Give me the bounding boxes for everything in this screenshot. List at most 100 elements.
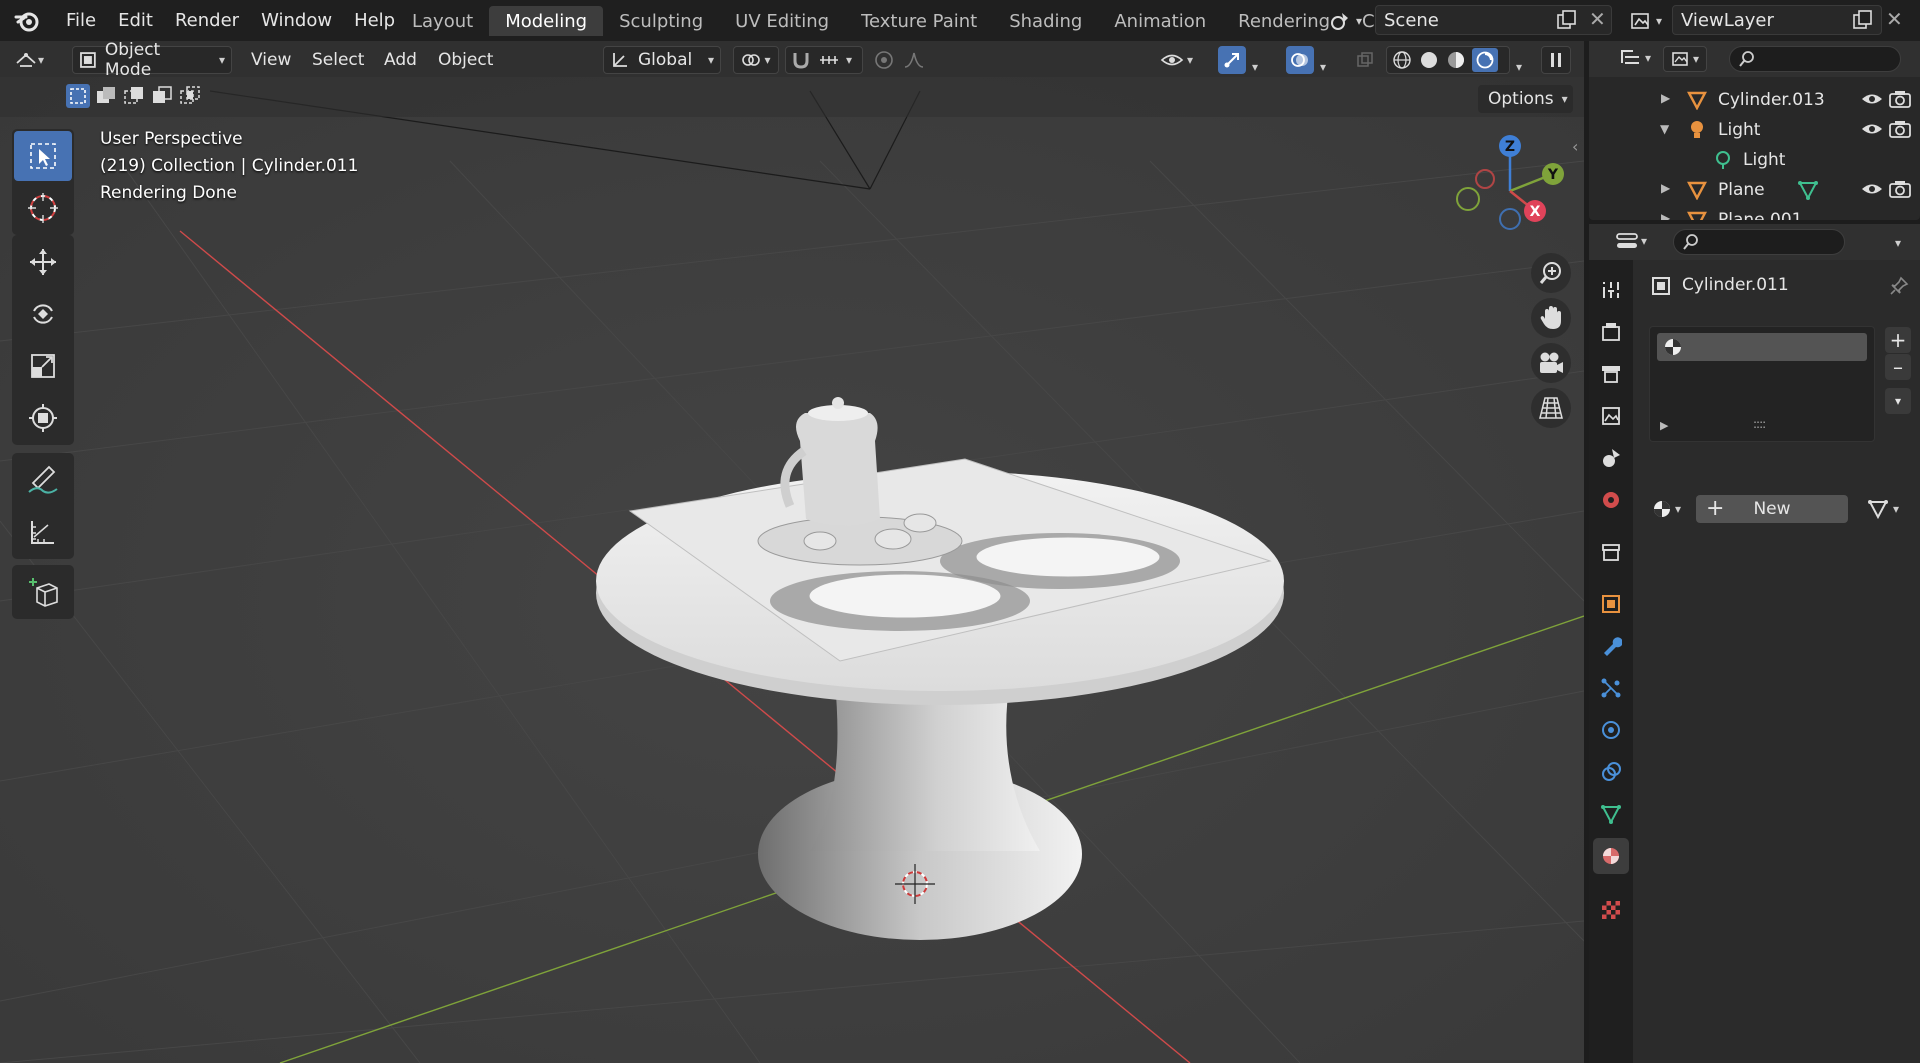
remove-material-slot-button[interactable]: – xyxy=(1885,354,1911,380)
material-preview-icon[interactable] xyxy=(1445,49,1467,71)
rotate-tool[interactable] xyxy=(14,289,72,339)
move-tool[interactable] xyxy=(14,237,72,287)
visibility-eye-icon[interactable] xyxy=(1861,181,1883,197)
collapse-arrow-icon[interactable]: ▼ xyxy=(1660,122,1669,136)
scale-tool[interactable] xyxy=(14,341,72,391)
tab-animation[interactable]: Animation xyxy=(1098,6,1222,36)
pause-render-button[interactable] xyxy=(1541,46,1571,74)
render-camera-icon[interactable] xyxy=(1889,90,1911,108)
proportional-edit-icon[interactable] xyxy=(873,49,895,71)
rendered-shading-button[interactable] xyxy=(1472,48,1498,72)
select-intersect-icon[interactable] xyxy=(178,84,202,108)
snap-magnet-icon[interactable] xyxy=(790,50,812,70)
view-layer-field[interactable]: ViewLayer xyxy=(1672,5,1882,35)
zoom-button[interactable] xyxy=(1531,253,1571,293)
viewport-menu-view[interactable]: View xyxy=(251,46,291,74)
tab-rendering[interactable]: Rendering xyxy=(1222,6,1346,36)
expand-arrow-icon[interactable]: ▶ xyxy=(1661,181,1670,195)
tab-object[interactable] xyxy=(1593,586,1629,622)
snap-increment-icon[interactable] xyxy=(818,50,840,70)
remove-scene-icon[interactable]: ✕ xyxy=(1589,9,1609,29)
visibility-eye-icon[interactable] xyxy=(1861,121,1883,137)
list-resize-handle[interactable]: :::: xyxy=(1753,417,1766,431)
select-box-tool[interactable] xyxy=(14,131,72,181)
properties-options-icon[interactable]: ▾ xyxy=(1895,236,1901,250)
wireframe-shading-icon[interactable] xyxy=(1391,49,1413,71)
tab-render[interactable] xyxy=(1593,314,1629,350)
options-dropdown[interactable]: Options ▾ xyxy=(1478,85,1573,113)
outliner-search-field[interactable] xyxy=(1729,46,1901,72)
expand-arrow-icon[interactable]: ▶ xyxy=(1661,91,1670,105)
tab-texture[interactable] xyxy=(1593,892,1629,928)
falloff-icon[interactable] xyxy=(903,49,925,71)
select-extend-icon[interactable] xyxy=(94,84,118,108)
menu-window[interactable]: Window xyxy=(250,10,343,31)
camera-view-button[interactable] xyxy=(1531,343,1571,383)
cursor-tool[interactable] xyxy=(14,183,72,233)
render-camera-icon[interactable] xyxy=(1889,120,1911,138)
render-camera-icon[interactable] xyxy=(1889,180,1911,198)
menu-render[interactable]: Render xyxy=(164,10,250,31)
menu-edit[interactable]: Edit xyxy=(107,10,164,31)
outliner-editor-type-button[interactable]: ▾ xyxy=(1619,48,1651,68)
view-layer-icon[interactable]: ▾ xyxy=(1630,8,1670,34)
overlays-toggle-button[interactable] xyxy=(1286,46,1314,74)
xray-toggle-button[interactable] xyxy=(1354,46,1376,74)
editor-type-button[interactable]: ▾ xyxy=(14,46,60,74)
viewport-menu-object[interactable]: Object xyxy=(438,46,493,74)
visibility-dropdown[interactable]: ▾ xyxy=(1160,46,1206,74)
tab-layout[interactable]: Layout xyxy=(396,6,489,36)
material-slot-list[interactable]: ▶ :::: xyxy=(1649,326,1875,442)
blender-logo-icon[interactable] xyxy=(14,8,40,34)
browse-material-button[interactable]: ▾ xyxy=(1651,495,1693,523)
viewport-menu-add[interactable]: Add xyxy=(384,46,417,74)
scene-type-icon[interactable]: ▾ xyxy=(1330,8,1374,34)
transform-orientation-dropdown[interactable]: Global ▾ xyxy=(603,46,721,74)
gizmo-toggle-button[interactable] xyxy=(1218,46,1246,74)
pin-icon[interactable] xyxy=(1889,276,1909,296)
remove-view-layer-icon[interactable]: ✕ xyxy=(1886,9,1906,29)
visibility-eye-icon[interactable] xyxy=(1861,91,1883,107)
tab-sculpting[interactable]: Sculpting xyxy=(603,6,719,36)
tab-tool[interactable] xyxy=(1593,272,1629,308)
outliner-row[interactable]: Light xyxy=(1589,145,1920,175)
tab-shading[interactable]: Shading xyxy=(993,6,1098,36)
properties-editor-type-button[interactable]: ▾ xyxy=(1615,231,1647,251)
transform-tool[interactable] xyxy=(14,393,72,443)
select-new-button[interactable] xyxy=(66,84,90,108)
properties-search-field[interactable] xyxy=(1673,229,1845,255)
measure-tool[interactable] xyxy=(14,507,72,557)
proportional-editing-group[interactable] xyxy=(873,46,943,74)
object-mode-dropdown[interactable]: Object Mode ▾ xyxy=(72,41,232,80)
shading-mode-group[interactable] xyxy=(1386,46,1510,74)
list-expand-arrow-icon[interactable]: ▶ xyxy=(1660,419,1668,432)
add-cube-tool[interactable] xyxy=(14,567,72,617)
link-data-button[interactable]: ▾ xyxy=(1867,495,1913,523)
tab-view-layer[interactable] xyxy=(1593,398,1629,434)
tab-object-data[interactable] xyxy=(1593,796,1629,832)
new-material-button[interactable]: + New xyxy=(1696,495,1848,523)
outliner-row[interactable]: ▶ Cylinder.013 xyxy=(1589,85,1920,115)
display-mode-dropdown[interactable]: ▾ xyxy=(1663,46,1707,72)
solid-shading-icon[interactable] xyxy=(1418,49,1440,71)
expand-arrow-icon[interactable]: ▶ xyxy=(1661,211,1670,220)
tab-texture-paint[interactable]: Texture Paint xyxy=(845,6,993,36)
select-invert-icon[interactable] xyxy=(150,84,174,108)
tab-particles[interactable] xyxy=(1593,670,1629,706)
material-specials-button[interactable]: ▾ xyxy=(1885,388,1911,414)
select-subtract-icon[interactable] xyxy=(122,84,146,108)
outliner-row[interactable]: ▶ Plane.001 xyxy=(1589,205,1920,220)
mesh-data-icon[interactable] xyxy=(1797,179,1819,201)
add-material-slot-button[interactable]: + xyxy=(1885,327,1911,353)
pivot-point-dropdown[interactable]: ▾ xyxy=(733,46,779,74)
tab-material[interactable] xyxy=(1593,838,1629,874)
tab-physics[interactable] xyxy=(1593,712,1629,748)
tab-modifiers[interactable] xyxy=(1593,628,1629,664)
snapping-group[interactable]: ▾ xyxy=(785,46,863,74)
new-view-layer-icon[interactable] xyxy=(1852,9,1874,31)
viewport-menu-select[interactable]: Select xyxy=(312,46,364,74)
material-slot[interactable] xyxy=(1657,333,1867,361)
outliner-row[interactable]: ▼ Light xyxy=(1589,115,1920,145)
tab-world[interactable] xyxy=(1593,482,1629,518)
tab-modeling[interactable]: Modeling xyxy=(489,6,604,36)
